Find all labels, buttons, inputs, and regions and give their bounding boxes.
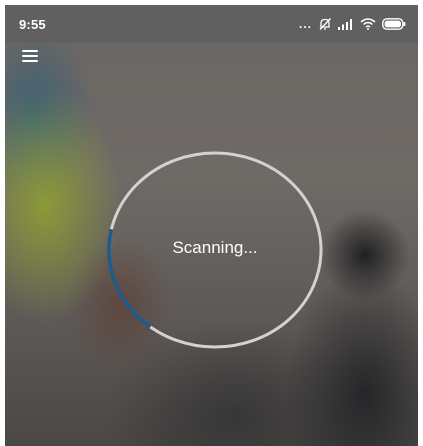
wifi-icon — [360, 18, 376, 30]
app-screen: 9:55 ... Scanning... — [5, 5, 418, 446]
status-time: 9:55 — [19, 17, 46, 32]
signal-icon — [338, 19, 352, 30]
app-bar — [5, 43, 418, 71]
scanning-label: Scanning... — [172, 238, 258, 257]
menu-line — [22, 60, 38, 62]
menu-line — [22, 55, 38, 57]
notifications-off-icon — [319, 18, 331, 30]
status-icons: ... — [299, 17, 406, 31]
hamburger-menu-icon[interactable] — [17, 45, 43, 67]
menu-line — [22, 50, 38, 52]
status-bar: 9:55 ... — [5, 5, 418, 43]
battery-icon — [382, 18, 406, 30]
scanning-indicator: Scanning... — [107, 150, 323, 350]
more-notifications-indicator: ... — [298, 17, 312, 31]
